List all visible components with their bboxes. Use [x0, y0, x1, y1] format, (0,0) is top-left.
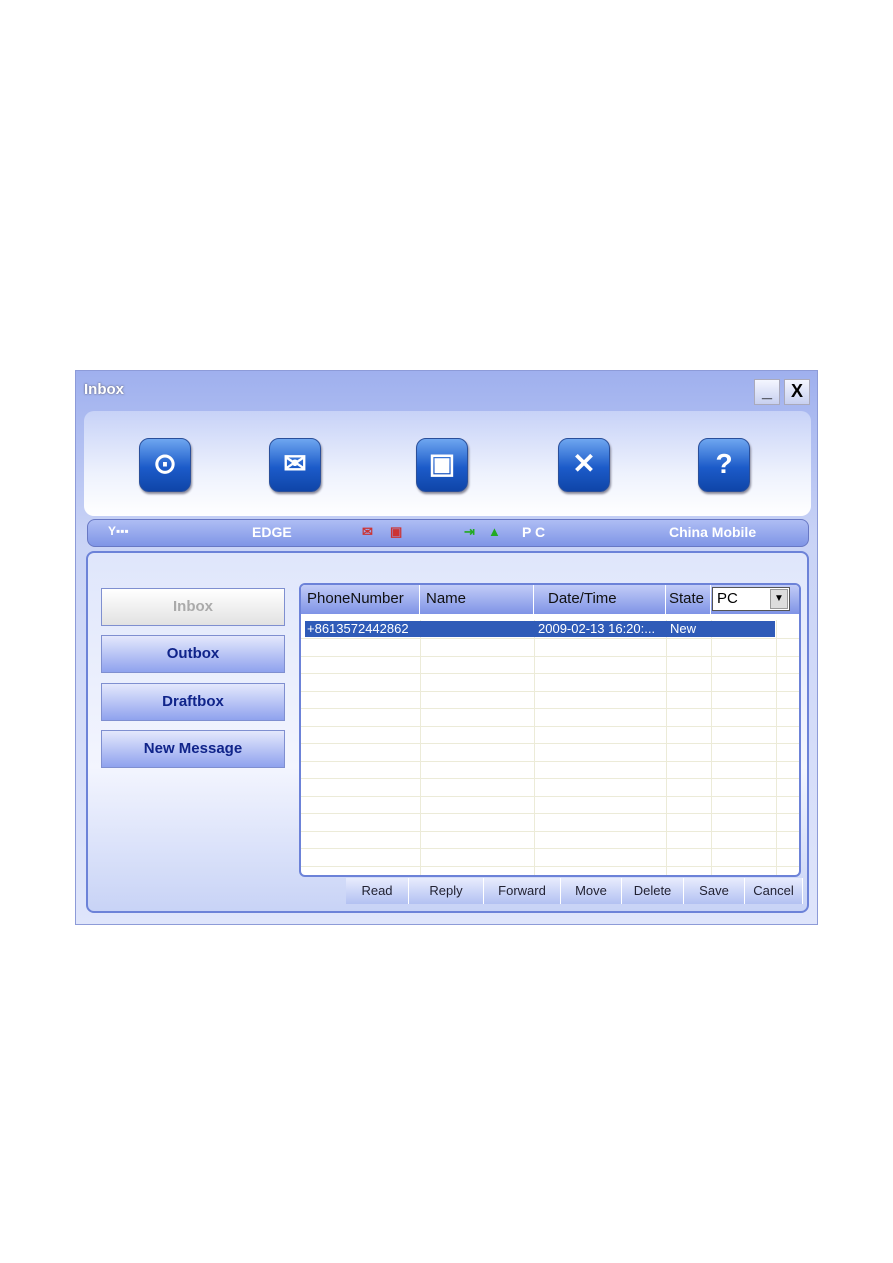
read-button[interactable]: Read	[346, 878, 409, 904]
grid-line	[301, 743, 799, 744]
sidebar-item-outbox[interactable]: Outbox	[101, 635, 285, 673]
move-button[interactable]: Move	[561, 878, 622, 904]
message-table: PhoneNumber Name Date/Time State PC ▼ +8…	[299, 583, 801, 877]
grid-line	[301, 865, 799, 867]
grid-line	[301, 690, 799, 692]
forward-button[interactable]: Forward	[484, 878, 561, 904]
column-header-name[interactable]: Name	[420, 585, 534, 614]
sidebar-item-new-message[interactable]: New Message	[101, 730, 285, 768]
column-header-state[interactable]: State	[666, 585, 711, 614]
grid-line	[301, 725, 799, 727]
cell-datetime: 2009-02-13 16:20:...	[538, 621, 656, 636]
cell-phone: +8613572442862	[307, 621, 409, 636]
grid-line	[301, 673, 799, 674]
mail-envelope-icon[interactable]: ✉	[269, 438, 321, 492]
grid-line	[301, 848, 799, 849]
storage-filter-dropdown[interactable]: PC ▼	[712, 587, 790, 611]
table-row[interactable]: +8613572442862 2009-02-13 16:20:... New	[305, 621, 775, 637]
chevron-down-icon[interactable]: ▼	[770, 589, 788, 609]
tools-settings-icon[interactable]: ✕	[558, 438, 610, 492]
import-icon: ⇥	[464, 524, 475, 539]
grid-line	[301, 655, 799, 657]
minimize-button[interactable]: _	[754, 379, 780, 405]
reply-button[interactable]: Reply	[409, 878, 484, 904]
grid-line	[301, 778, 799, 779]
window-title: Inbox	[84, 381, 124, 398]
message-status-icon: ✉	[362, 524, 373, 539]
cancel-button[interactable]: Cancel	[745, 878, 803, 904]
column-header-datetime[interactable]: Date/Time	[534, 585, 666, 614]
sim-status-icon: ▣	[390, 524, 403, 539]
contacts-book-icon[interactable]: ▣	[416, 438, 468, 492]
toolbar: ⊙ ✉ ▣ ✕ ?	[84, 411, 811, 516]
column-header-phone[interactable]: PhoneNumber	[301, 585, 420, 614]
save-button[interactable]: Save	[684, 878, 745, 904]
delete-button[interactable]: Delete	[622, 878, 684, 904]
network-type: EDGE	[252, 524, 292, 540]
status-bar: Y▪▪▪ EDGE ✉ ▣ ⇥ ▲ P C China Mobile	[87, 519, 809, 547]
grid-line	[301, 760, 799, 762]
cell-state: New	[670, 621, 697, 636]
grid-line	[301, 813, 799, 814]
dropdown-value: PC	[717, 590, 738, 607]
close-button[interactable]: X	[784, 379, 810, 405]
signal-strength-icon: Y▪▪▪	[108, 524, 129, 538]
internet-globe-icon[interactable]: ⊙	[139, 438, 191, 492]
grid-line	[301, 830, 799, 832]
storage-icon: ▲	[488, 524, 501, 539]
storage-location: P C	[522, 524, 546, 540]
grid-line	[301, 708, 799, 709]
main-panel: Inbox Outbox Draftbox New Message PhoneN…	[86, 551, 809, 913]
grid-line	[301, 638, 799, 639]
operator-name: China Mobile	[669, 524, 757, 540]
sidebar-item-draftbox[interactable]: Draftbox	[101, 683, 285, 721]
inbox-window: Inbox _ X ⊙ ✉ ▣ ✕ ? Y▪▪▪ EDGE ✉ ▣ ⇥ ▲ P …	[75, 370, 818, 925]
grid-line	[301, 795, 799, 797]
help-question-icon[interactable]: ?	[698, 438, 750, 492]
sidebar-item-inbox[interactable]: Inbox	[101, 588, 285, 626]
